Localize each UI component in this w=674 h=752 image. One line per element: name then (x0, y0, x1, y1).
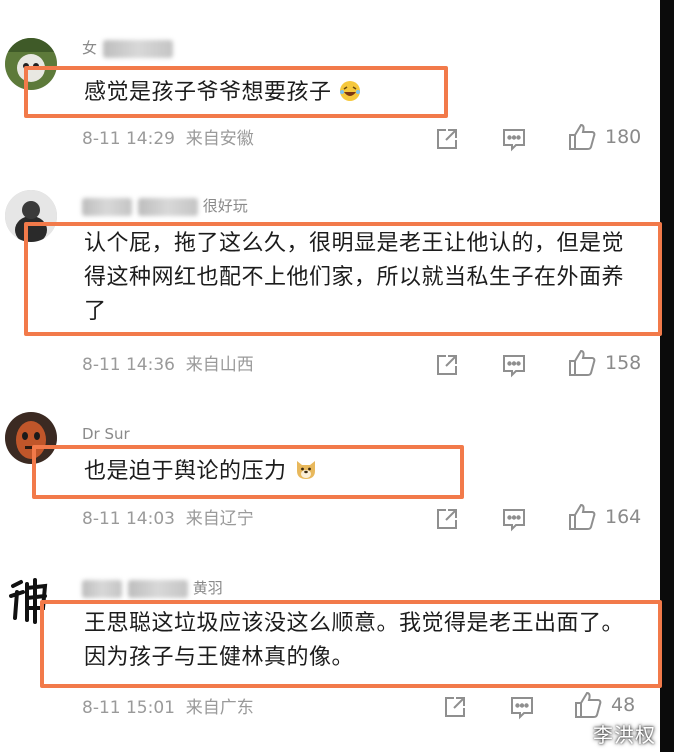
thumbs-up-icon (575, 691, 602, 718)
like-button[interactable]: 48 (573, 690, 635, 720)
username[interactable]: 女 (82, 38, 174, 58)
thumbs-up-icon (569, 123, 596, 150)
share-button[interactable] (434, 126, 460, 152)
share-icon (437, 129, 457, 149)
blurred-username (138, 197, 198, 216)
username[interactable]: Dr Sur (82, 424, 130, 444)
comment-icon (511, 697, 533, 720)
comment-text: 王思聪这垃圾应该没这么顺意。我觉得是老王出面了。因为孩子与王健林真的像。 (84, 611, 625, 670)
share-button[interactable] (434, 506, 460, 532)
like-count: 164 (605, 506, 642, 528)
comment-text: 认个屁，拖了这么久，很明显是老王让他认的，但是觉得这种网红也配不上他们家，所以就… (84, 231, 625, 324)
like-button[interactable]: 180 (567, 122, 641, 152)
like-count: 48 (611, 694, 636, 716)
comment-button[interactable] (501, 352, 527, 378)
comment-icon (503, 129, 525, 152)
blurred-username (82, 579, 122, 598)
comment-meta: 8-11 15:01 来自广东 (82, 698, 254, 718)
like-button[interactable]: 164 (567, 502, 641, 532)
comment-meta: 8-11 14:36 来自山西 (82, 355, 254, 375)
username[interactable]: 黄羽 (82, 578, 223, 598)
thumbs-up-icon (569, 503, 596, 530)
share-icon (437, 509, 457, 529)
comment-icon (503, 509, 525, 532)
comment-item: 女 感觉是孩子爷爷想要孩子 8-11 14:29 来自安徽 180 (0, 0, 660, 170)
blurred-username (128, 579, 188, 598)
like-button[interactable]: 158 (567, 348, 641, 378)
share-button[interactable] (434, 352, 460, 378)
blurred-username (82, 197, 132, 216)
like-count: 158 (605, 352, 642, 374)
like-count: 180 (605, 126, 642, 148)
right-edge-bar (660, 0, 674, 752)
comment-button[interactable] (501, 126, 527, 152)
comment-button[interactable] (501, 506, 527, 532)
doge-emoji-icon (297, 461, 316, 479)
share-icon (437, 355, 457, 375)
comment-button[interactable] (509, 694, 535, 720)
comment-meta: 8-11 14:03 来自辽宁 (82, 509, 254, 529)
comment-text: 也是迫于舆论的压力 (84, 455, 444, 489)
share-icon (445, 697, 465, 717)
share-button[interactable] (442, 694, 468, 720)
comment-icon (503, 355, 525, 378)
comment-meta: 8-11 14:29 来自安徽 (82, 129, 254, 149)
username[interactable]: 很好玩 (82, 196, 248, 216)
blurred-username (103, 39, 174, 58)
comment-text: 感觉是孩子爷爷想要孩子 (84, 76, 444, 110)
laughing-emoji-icon (340, 81, 361, 101)
thumbs-up-icon (569, 349, 596, 376)
watermark: 李洪权 (593, 723, 656, 747)
